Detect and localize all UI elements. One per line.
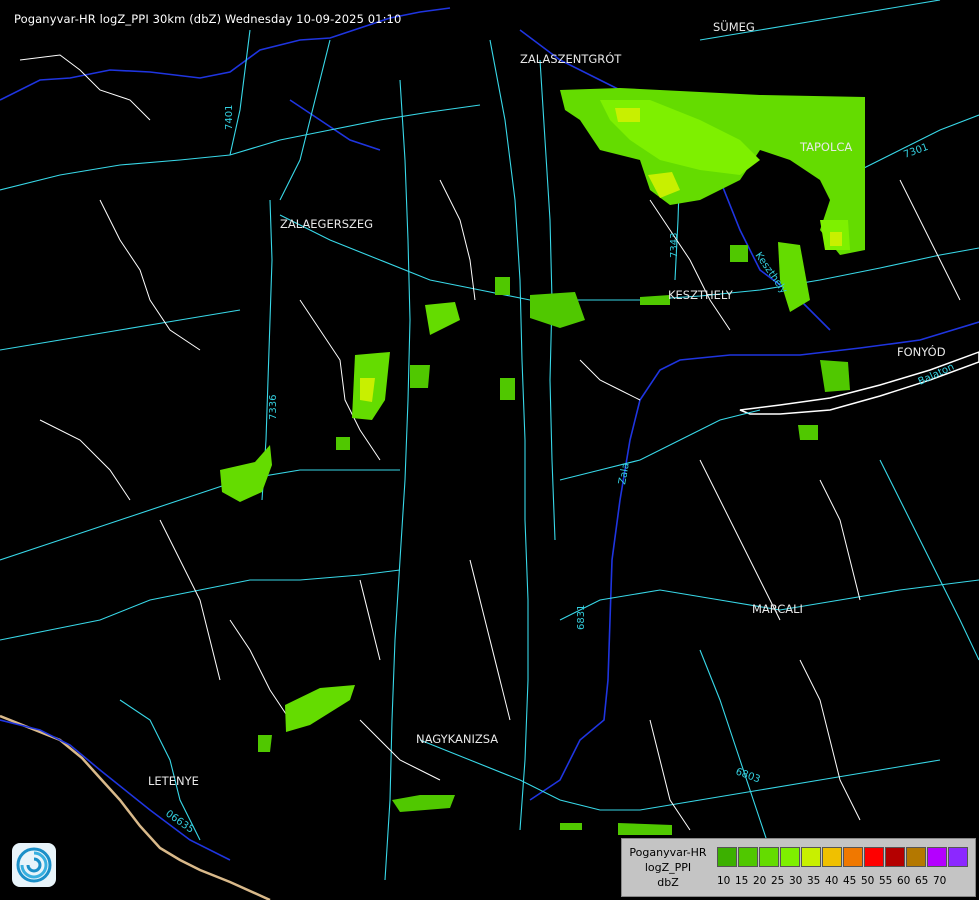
road-label: 7401 bbox=[224, 105, 235, 130]
radar-map: ZALASZENTGRÓT SÜMEG ZALAEGERSZEG KESZTHE… bbox=[0, 0, 979, 900]
city-label: SÜMEG bbox=[713, 18, 755, 34]
city-label: KESZTHELY bbox=[668, 288, 734, 302]
road-label: 7336 bbox=[268, 395, 279, 420]
legend-ticks: 10 15 20 25 30 35 40 45 50 55 60 65 70 bbox=[717, 875, 954, 887]
road-label: Zala bbox=[617, 462, 632, 485]
legend-swatch bbox=[864, 847, 884, 867]
city-label: FONYÓD bbox=[897, 344, 946, 359]
legend-title: Poganyvar-HR logZ_PPI dbZ bbox=[622, 839, 714, 896]
radar-echoes bbox=[220, 88, 865, 835]
legend-swatch bbox=[801, 847, 821, 867]
legend-swatch bbox=[948, 847, 968, 867]
road-label: 7343 bbox=[669, 233, 680, 258]
legend-title-line: Poganyvar-HR bbox=[629, 846, 707, 859]
legend-title-line: logZ_PPI bbox=[644, 861, 692, 874]
legend-swatch bbox=[759, 847, 779, 867]
city-label: MARCALI bbox=[752, 602, 803, 616]
legend-swatch bbox=[885, 847, 905, 867]
road-label: 7301 bbox=[902, 142, 930, 161]
omsz-logo-icon bbox=[12, 843, 56, 887]
map-title: Poganyvar-HR logZ_PPI 30km (dbZ) Wednesd… bbox=[14, 12, 402, 26]
road-label: Balaton bbox=[917, 362, 956, 388]
legend-swatch bbox=[780, 847, 800, 867]
legend-tick: 70 bbox=[933, 875, 947, 887]
legend-swatch bbox=[822, 847, 842, 867]
legend-swatch bbox=[927, 847, 947, 867]
legend-swatch bbox=[738, 847, 758, 867]
legend-color-bar bbox=[717, 847, 969, 867]
legend-title-line: dbZ bbox=[657, 876, 679, 889]
city-label: LETENYE bbox=[148, 774, 199, 788]
city-label: ZALAEGERSZEG bbox=[280, 217, 373, 231]
legend: Poganyvar-HR logZ_PPI dbZ 10 15 20 25 30 35 40… bbox=[621, 838, 976, 897]
city-label: NAGYKANIZSA bbox=[416, 732, 498, 746]
city-label: TAPOLCA bbox=[799, 140, 852, 154]
legend-swatch bbox=[906, 847, 926, 867]
legend-swatch bbox=[717, 847, 737, 867]
road-label: 6831 bbox=[576, 605, 587, 630]
lake-balaton bbox=[739, 351, 979, 415]
city-label: ZALASZENTGRÓT bbox=[520, 51, 622, 66]
legend-swatch bbox=[843, 847, 863, 867]
